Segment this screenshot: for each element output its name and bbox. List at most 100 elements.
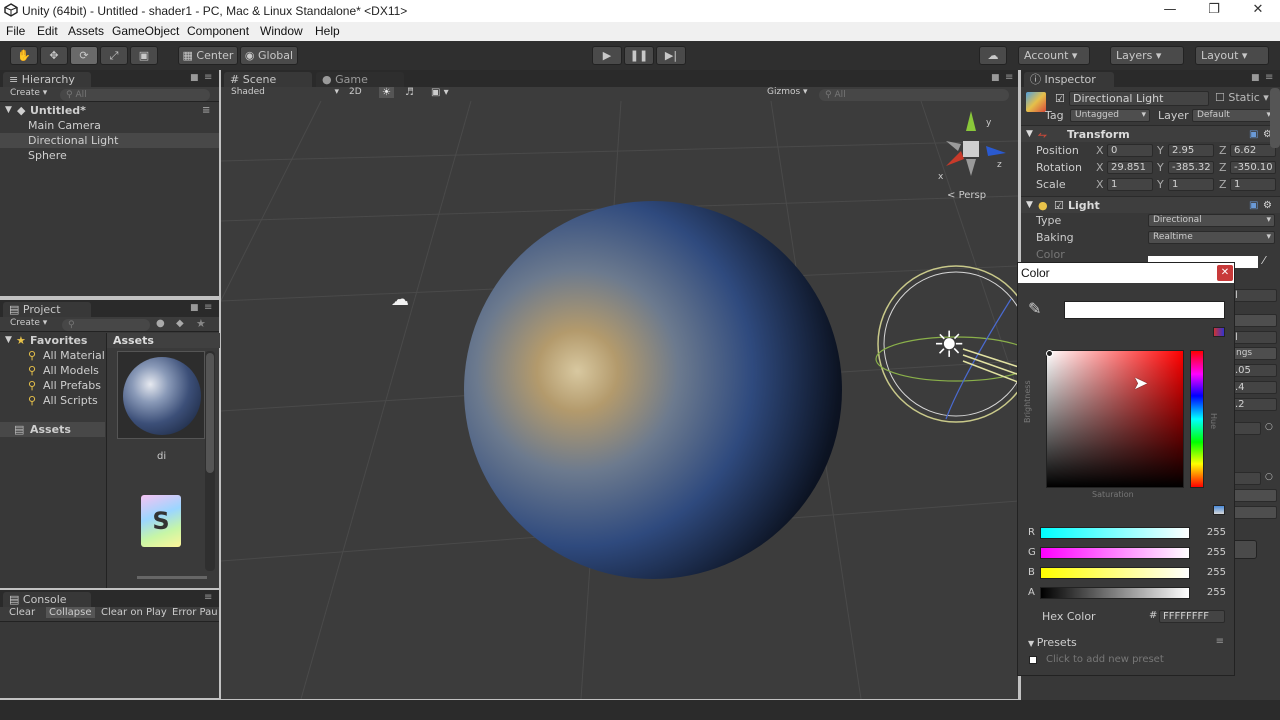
filter-label-icon[interactable]: ◆: [176, 318, 184, 329]
tab-hierarchy[interactable]: ≡ Hierarchy: [3, 72, 91, 87]
scene-audio-icon[interactable]: ♬: [405, 87, 414, 98]
scale-z-field[interactable]: 1: [1230, 178, 1276, 191]
hidden-field[interactable]: [1231, 472, 1261, 485]
hidden-field[interactable]: l: [1231, 331, 1277, 344]
project-search-input[interactable]: ⚲: [62, 319, 150, 331]
scale-y-field[interactable]: 1: [1168, 178, 1214, 191]
rotation-y-field[interactable]: -385.32: [1168, 161, 1214, 174]
list-item[interactable]: ⚲ All Prefabs: [0, 378, 105, 393]
object-picker-icon[interactable]: ○: [1265, 472, 1273, 482]
panel-menu-icon[interactable]: ≡: [1005, 72, 1013, 83]
transform-header[interactable]: ▼ ⥊ Transform ▣ ⚙: [1021, 125, 1280, 142]
hex-color-input[interactable]: FFFFFFFF: [1159, 610, 1225, 623]
position-y-field[interactable]: 2.95: [1168, 144, 1214, 157]
perspective-label[interactable]: < Persp: [947, 190, 986, 201]
tab-game[interactable]: ● Game: [316, 72, 404, 87]
object-name-field[interactable]: Directional Light: [1069, 91, 1209, 106]
step-button[interactable]: ▶|: [656, 46, 686, 65]
shading-mode-dropdown[interactable]: Shaded ▾: [231, 87, 339, 97]
filter-type-icon[interactable]: ●: [156, 318, 165, 329]
menu-edit[interactable]: Edit: [37, 24, 58, 38]
menu-help[interactable]: Help: [315, 24, 340, 38]
scene-menu-icon[interactable]: ≡: [202, 103, 210, 118]
eyedropper-icon[interactable]: ✎: [1028, 299, 1041, 318]
rotate-tool-button[interactable]: ⟳: [70, 46, 98, 65]
list-item[interactable]: Main Camera: [0, 118, 219, 133]
menu-window[interactable]: Window: [260, 24, 303, 38]
add-preset-hint[interactable]: Click to add new preset: [1046, 654, 1164, 665]
console-clear-on-play-button[interactable]: Clear on Play: [101, 607, 167, 618]
presets-menu-icon[interactable]: ≡: [1216, 636, 1224, 647]
panel-menu-icon[interactable]: ≡: [1265, 72, 1273, 83]
cloud-button[interactable]: ☁: [979, 46, 1007, 65]
hidden-dropdown[interactable]: [1231, 506, 1277, 519]
position-x-field[interactable]: 0: [1107, 144, 1153, 157]
tab-inspector[interactable]: ⓘ Inspector: [1024, 72, 1114, 87]
help-book-icon[interactable]: ▣: [1249, 197, 1258, 214]
orientation-gizmo[interactable]: y z x: [936, 111, 1006, 181]
preset-swatch[interactable]: [1029, 656, 1037, 664]
rect-tool-button[interactable]: ▣: [130, 46, 158, 65]
minimize-button[interactable]: —: [1148, 2, 1192, 20]
pause-button[interactable]: ❚❚: [624, 46, 654, 65]
hidden-dropdown[interactable]: ngs: [1231, 347, 1277, 360]
hidden-field[interactable]: .4: [1231, 381, 1277, 394]
tab-project[interactable]: ▤ Project: [3, 302, 91, 317]
list-item[interactable]: Sphere: [0, 148, 219, 163]
asset-thumbnail-earth[interactable]: [117, 351, 205, 439]
hidden-dropdown[interactable]: [1231, 314, 1277, 327]
green-channel-value[interactable]: 255: [1198, 547, 1226, 558]
mode-2d-toggle[interactable]: 2D: [349, 87, 362, 97]
alpha-channel-slider[interactable]: [1040, 587, 1190, 599]
scale-tool-button[interactable]: ⤢: [100, 46, 128, 65]
assets-root-row[interactable]: ▤ Assets: [0, 422, 105, 437]
restore-button[interactable]: ❐: [1192, 2, 1236, 20]
help-book-icon[interactable]: ▣: [1249, 126, 1258, 143]
scene-root-row[interactable]: ▼ ◆ Untitled* ≡: [0, 103, 219, 118]
list-item[interactable]: ⚲ All Materials: [0, 348, 105, 363]
light-type-dropdown[interactable]: Directional ▾: [1148, 214, 1275, 227]
hidden-field[interactable]: [1231, 422, 1261, 435]
tag-dropdown[interactable]: Untagged ▾: [1070, 109, 1150, 122]
menu-gameobject[interactable]: GameObject: [112, 24, 179, 38]
scene-effects-icon[interactable]: ▣ ▾: [431, 87, 449, 98]
object-picker-icon[interactable]: ○: [1265, 422, 1273, 432]
inspector-scrollbar[interactable]: [1270, 88, 1280, 148]
settings-gear-icon[interactable]: ⚙: [1263, 197, 1272, 214]
console-collapse-button[interactable]: Collapse: [46, 607, 95, 618]
scene-lighting-icon[interactable]: ☀: [379, 87, 394, 98]
green-channel-slider[interactable]: [1040, 547, 1190, 559]
slider-mode-icon[interactable]: [1213, 505, 1225, 515]
color-eyedropper-icon[interactable]: ⁄: [1263, 254, 1265, 267]
list-item[interactable]: Directional Light: [0, 133, 219, 148]
earth-sphere[interactable]: [464, 201, 842, 579]
panel-menu-icon[interactable]: ≡: [204, 302, 212, 313]
favorite-star-icon[interactable]: ★: [196, 317, 206, 330]
scale-x-field[interactable]: 1: [1107, 178, 1153, 191]
menu-component[interactable]: Component: [187, 24, 249, 38]
close-picker-button[interactable]: ✕: [1217, 265, 1233, 281]
pivot-center-button[interactable]: ▦ Center: [178, 46, 238, 65]
hierarchy-create-button[interactable]: Create ▾: [10, 88, 47, 98]
tab-console[interactable]: ▤ Console: [3, 592, 91, 607]
hierarchy-search-input[interactable]: ⚲ All: [60, 89, 210, 101]
presets-header[interactable]: ▼ Presets ≡: [1028, 636, 1224, 650]
saturation-brightness-box[interactable]: ➤: [1046, 350, 1184, 488]
layer-dropdown[interactable]: Default ▾: [1192, 109, 1275, 122]
scene-search-input[interactable]: ⚲ All: [819, 89, 1009, 101]
camera-gizmo-icon[interactable]: ☁: [391, 289, 409, 310]
blue-channel-value[interactable]: 255: [1198, 567, 1226, 578]
hidden-field[interactable]: .05: [1231, 364, 1277, 377]
position-z-field[interactable]: 6.62: [1230, 144, 1276, 157]
console-error-pause-button[interactable]: Error Pau: [172, 607, 218, 618]
close-window-button[interactable]: ✕: [1236, 2, 1280, 20]
layout-dropdown[interactable]: Layout ▾: [1195, 46, 1269, 65]
hidden-dropdown[interactable]: [1231, 489, 1277, 502]
rotation-z-field[interactable]: -350.10: [1230, 161, 1276, 174]
gizmos-dropdown[interactable]: Gizmos ▾: [767, 87, 808, 97]
project-create-button[interactable]: Create ▾: [10, 318, 47, 328]
static-toggle[interactable]: ☐ Static ▾: [1215, 91, 1269, 104]
move-tool-button[interactable]: ✥: [40, 46, 68, 65]
blue-channel-slider[interactable]: [1040, 567, 1190, 579]
hidden-field[interactable]: .2: [1231, 398, 1277, 411]
